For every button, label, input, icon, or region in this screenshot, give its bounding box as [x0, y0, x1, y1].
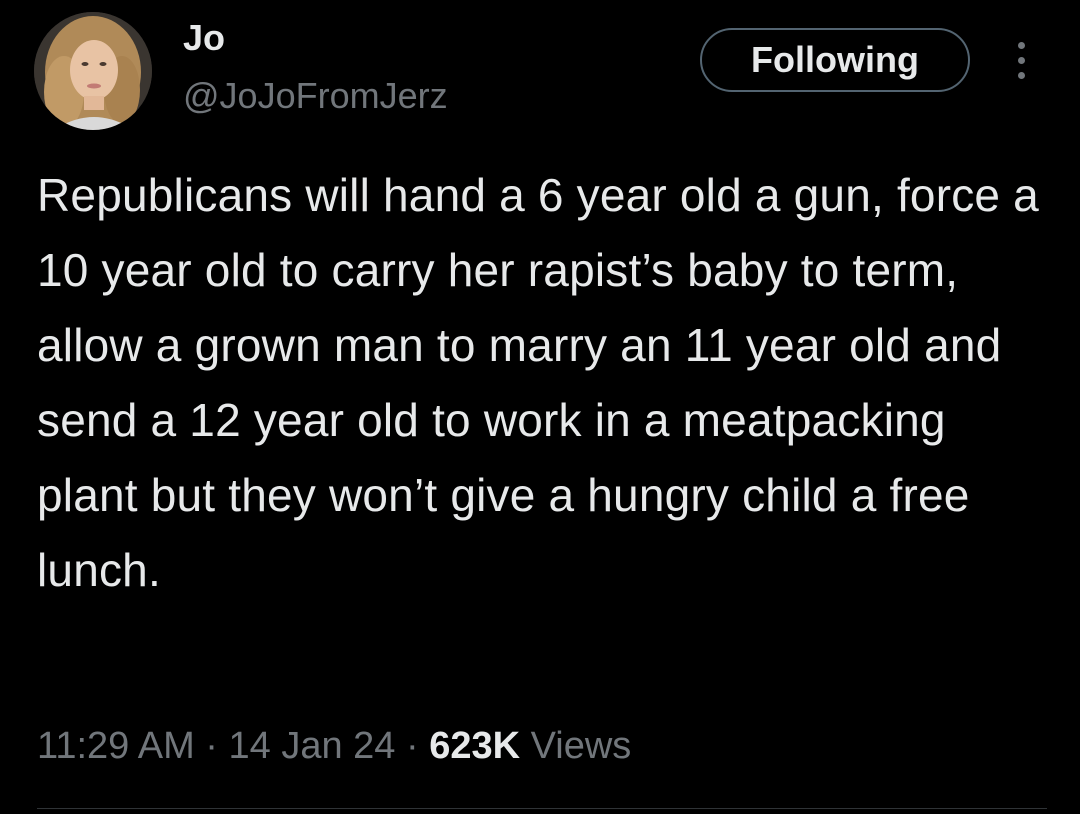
more-dot	[1018, 72, 1025, 79]
meta-separator: ·	[395, 725, 430, 767]
tweet-text: Republicans will hand a 6 year old a gun…	[37, 169, 1039, 596]
following-button[interactable]: Following	[700, 28, 970, 92]
tweet-metadata: 11:29 AM · 14 Jan 24 · 623K Views	[37, 720, 631, 772]
more-dot	[1018, 42, 1025, 49]
more-dot	[1018, 57, 1025, 64]
avatar-image	[34, 12, 152, 130]
tweet: Jo @JoJoFromJerz Following Republicans w…	[0, 0, 1080, 814]
avatar[interactable]	[34, 12, 152, 130]
meta-separator: ·	[194, 725, 229, 767]
tweet-time[interactable]: 11:29 AM	[37, 725, 195, 767]
author-handle[interactable]: @JoJoFromJerz	[183, 74, 448, 118]
author-display-name[interactable]: Jo	[183, 16, 225, 60]
views-label: Views	[520, 725, 632, 767]
views-count[interactable]: 623K	[429, 725, 520, 767]
more-vertical-icon[interactable]	[1002, 36, 1042, 84]
tweet-date[interactable]: 14 Jan 24	[229, 725, 396, 767]
divider	[37, 808, 1047, 809]
